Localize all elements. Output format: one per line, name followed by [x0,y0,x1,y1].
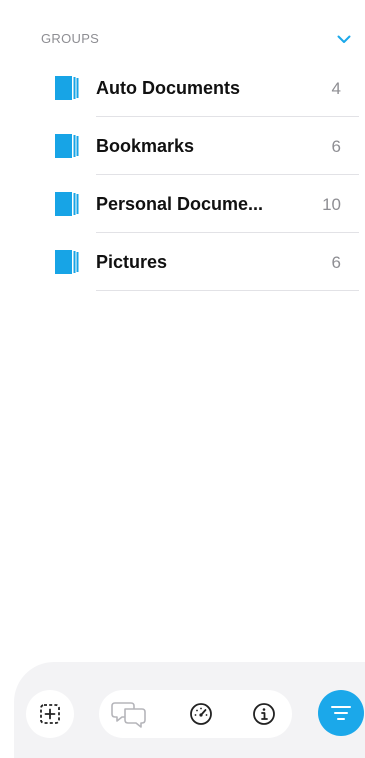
filter-button[interactable] [318,690,364,736]
info-icon [253,703,275,725]
groups-screen: GROUPS Auto Documents 4 Bookmarks 6 Pers… [0,0,365,758]
group-name: Personal Docume... [96,194,264,214]
group-row-pictures[interactable]: Pictures 6 [0,233,365,291]
new-group-button[interactable] [26,690,74,738]
chat-icon [111,702,146,728]
groups-section-title: GROUPS [41,31,100,46]
gauge-button[interactable] [183,696,219,732]
group-row-bookmarks[interactable]: Bookmarks 6 [0,117,365,175]
group-count: 6 [331,137,341,156]
group-row-auto-documents[interactable]: Auto Documents 4 [0,59,365,117]
group-row-personal-documents[interactable]: Personal Docume... 10 [0,175,365,233]
filter-icon [331,706,351,720]
group-name: Pictures [96,252,168,272]
row-divider [96,290,359,291]
folder-stack-icon [55,250,79,274]
folder-stack-icon [55,76,79,100]
chat-button[interactable] [111,696,147,732]
info-button[interactable] [246,696,282,732]
group-name: Bookmarks [96,136,195,156]
folder-stack-icon [55,134,79,158]
gauge-icon [190,703,212,725]
group-count: 6 [331,253,341,272]
group-count: 10 [322,195,341,214]
add-group-icon [40,704,60,724]
chevron-down-icon [337,35,351,43]
group-count: 4 [331,79,341,98]
collapse-groups-button[interactable] [333,29,355,49]
groups-header: GROUPS [41,29,355,49]
toolbar-pill [99,690,292,738]
group-list: Auto Documents 4 Bookmarks 6 Personal Do… [0,59,365,291]
bottom-toolbar [0,662,365,758]
folder-stack-icon [55,192,79,216]
group-name: Auto Documents [96,78,240,98]
